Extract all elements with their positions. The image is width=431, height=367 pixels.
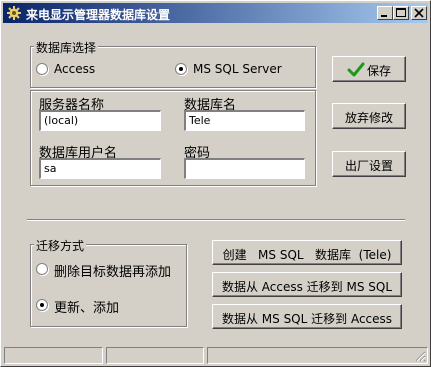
- access-to-sql-label: 数据从 Access 迁移到 MS SQL: [221, 280, 393, 294]
- radio-access-dot[interactable]: [36, 63, 48, 75]
- create-database-label: 创建 MS SQL 数据库 (Tele): [222, 248, 392, 262]
- radio-mssql[interactable]: MS SQL Server: [175, 61, 295, 77]
- maximize-icon: [396, 8, 406, 17]
- radio-mssql-dot[interactable]: [175, 63, 187, 75]
- radio-delete-then-add[interactable]: 删除目标数据再添加: [36, 261, 186, 280]
- db-user-input[interactable]: sa: [39, 158, 161, 179]
- password-input[interactable]: [184, 158, 305, 179]
- discard-changes-button[interactable]: 放弃修改: [332, 103, 406, 129]
- close-icon: [414, 8, 424, 18]
- minimize-button[interactable]: [377, 6, 393, 20]
- status-pane-1: [4, 347, 103, 364]
- settings-window: 来电显示管理器数据库设置 数据库选择 Access MS SQL Server: [0, 0, 431, 367]
- radio-delete-then-add-label: 删除目标数据再添加: [54, 265, 172, 280]
- radio-update-add[interactable]: 更新、添加: [36, 297, 186, 316]
- minimize-icon: [381, 15, 387, 17]
- save-button-label: 保存: [366, 64, 391, 78]
- radio-access-label: Access: [54, 62, 96, 76]
- db-select-legend: 数据库选择: [34, 39, 99, 56]
- status-pane-3: [207, 347, 428, 364]
- maximize-button[interactable]: [393, 6, 409, 20]
- access-to-sql-button[interactable]: 数据从 Access 迁移到 MS SQL: [212, 272, 402, 297]
- database-name-input[interactable]: Tele: [184, 110, 305, 131]
- sql-to-access-button[interactable]: 数据从 MS SQL 迁移到 Access: [212, 304, 402, 329]
- radio-update-add-dot[interactable]: [36, 299, 48, 311]
- factory-reset-label: 出厂设置: [344, 159, 393, 173]
- separator: [27, 219, 405, 221]
- window-title: 来电显示管理器数据库设置: [26, 8, 171, 22]
- status-pane-2: [106, 347, 204, 364]
- app-gear-icon[interactable]: [6, 5, 22, 21]
- radio-access[interactable]: Access: [36, 61, 136, 77]
- server-name-input[interactable]: (local): [39, 110, 161, 131]
- radio-update-add-label: 更新、添加: [54, 301, 120, 316]
- sql-to-access-label: 数据从 MS SQL 迁移到 Access: [221, 312, 393, 326]
- migration-legend: 迁移方式: [34, 237, 87, 254]
- radio-mssql-label: MS SQL Server: [193, 62, 282, 76]
- title-bar[interactable]: 来电显示管理器数据库设置: [3, 3, 428, 23]
- close-button[interactable]: [411, 6, 427, 20]
- factory-reset-button[interactable]: 出厂设置: [332, 151, 406, 177]
- resize-grip-icon[interactable]: [414, 350, 426, 362]
- discard-changes-label: 放弃修改: [344, 111, 393, 125]
- save-button[interactable]: 保存: [332, 56, 406, 82]
- create-database-button[interactable]: 创建 MS SQL 数据库 (Tele): [212, 240, 402, 265]
- radio-delete-then-add-dot[interactable]: [36, 263, 48, 275]
- checkmark-icon: [347, 62, 365, 77]
